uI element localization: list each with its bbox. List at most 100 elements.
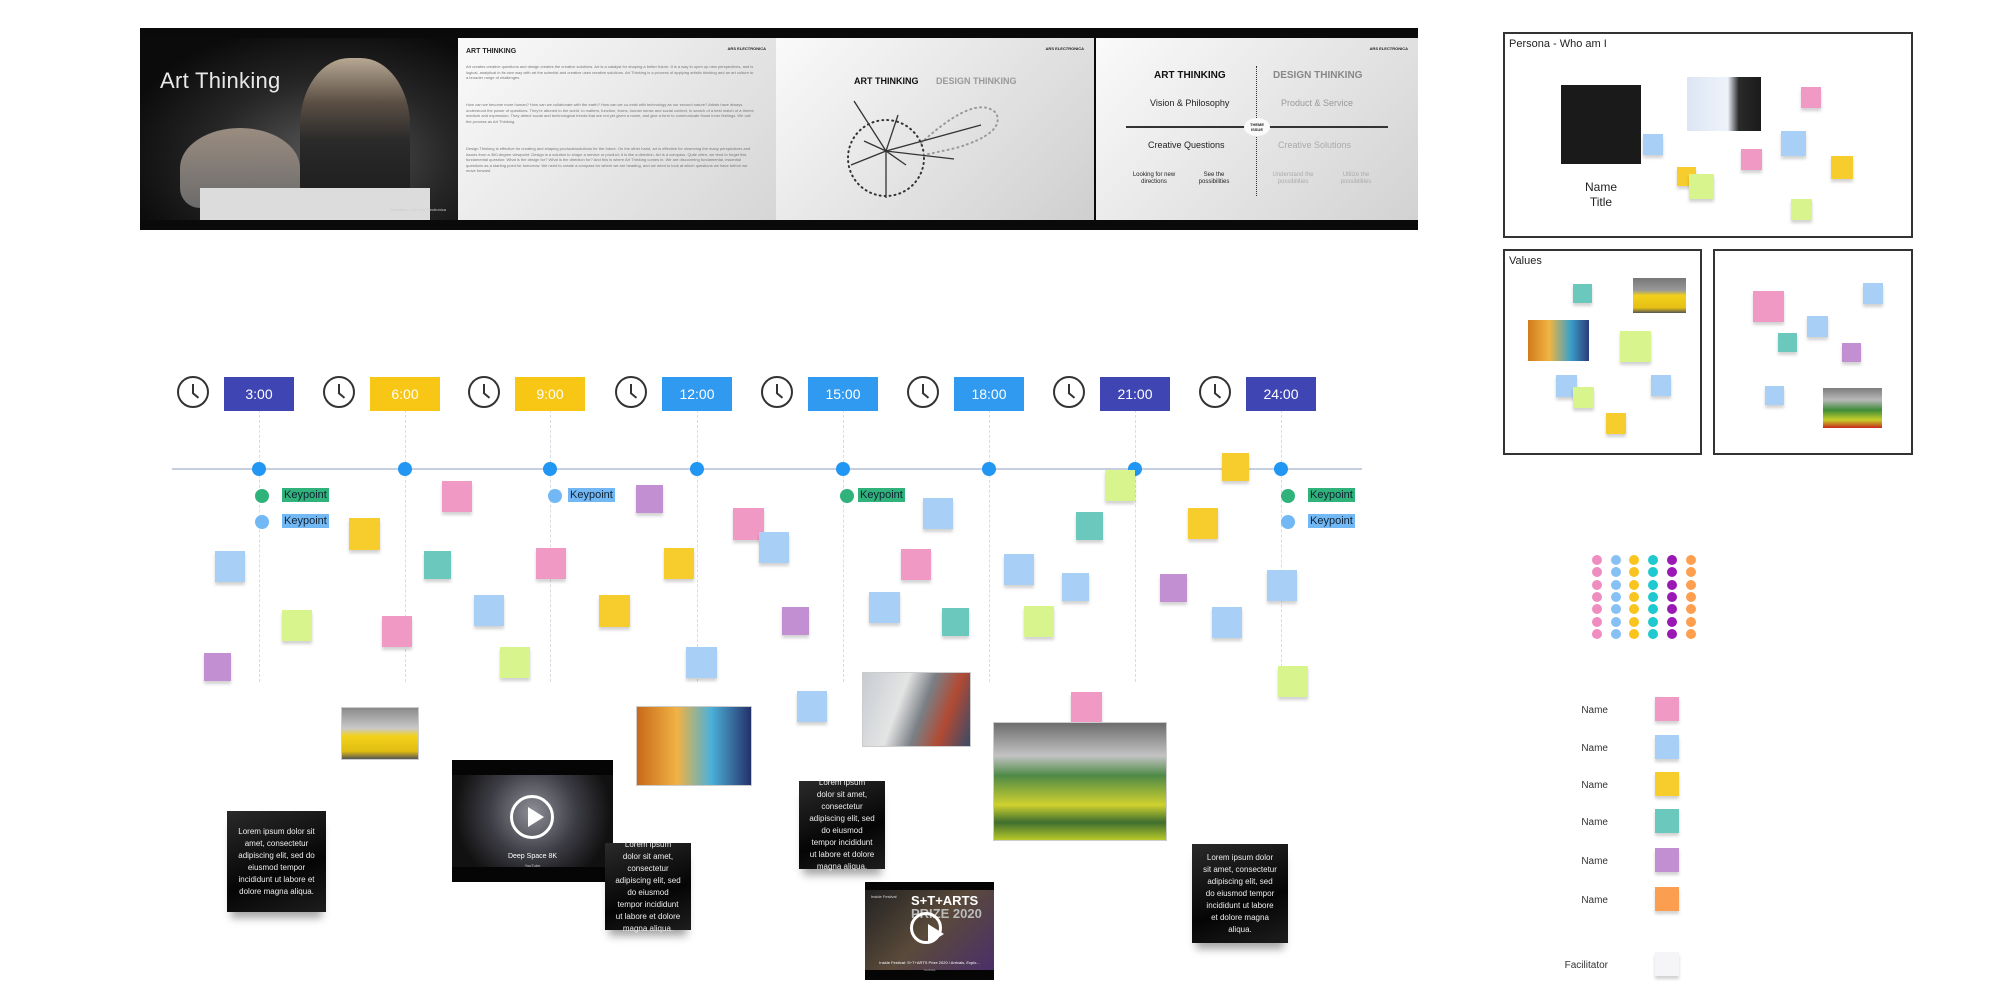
- greenhouse-photo[interactable]: [1823, 388, 1882, 428]
- timeline-node[interactable]: [690, 462, 704, 476]
- keypoint-label[interactable]: Keypoint: [858, 488, 905, 502]
- timeline-node[interactable]: [543, 462, 557, 476]
- legend-color-swatch[interactable]: [1655, 772, 1679, 796]
- keypoint-label[interactable]: Keypoint: [1308, 514, 1355, 528]
- sticky-note[interactable]: [1188, 508, 1218, 539]
- sticky-note[interactable]: [474, 595, 504, 626]
- sticky-note[interactable]: [636, 485, 663, 513]
- timeline-node[interactable]: [1274, 462, 1288, 476]
- lab-photo[interactable]: [862, 672, 971, 747]
- timeline-node[interactable]: [982, 462, 996, 476]
- sticky-note[interactable]: [1643, 134, 1663, 155]
- sticky-note[interactable]: [1024, 606, 1054, 637]
- sticky-note[interactable]: [782, 607, 809, 635]
- slide-art-thinking-text[interactable]: ARS ELECTRONICA ART THINKING Art creates…: [458, 38, 776, 220]
- time-label[interactable]: 21:00: [1100, 377, 1170, 411]
- sticky-note[interactable]: [1651, 375, 1671, 396]
- sticky-note[interactable]: [442, 481, 472, 512]
- sticky-note[interactable]: [1807, 316, 1828, 337]
- slide-art-vs-design-matrix[interactable]: ARS ELECTRONICA ART THINKING DESIGN THIN…: [1096, 38, 1418, 220]
- sticky-note[interactable]: [1778, 333, 1797, 352]
- timeline-node[interactable]: [252, 462, 266, 476]
- time-label[interactable]: 15:00: [808, 377, 878, 411]
- led-wall-photo[interactable]: [636, 706, 752, 786]
- sticky-note[interactable]: [204, 653, 231, 681]
- sticky-note[interactable]: [1071, 692, 1102, 723]
- legend-color-swatch[interactable]: [1655, 887, 1679, 911]
- sticky-note[interactable]: [1620, 331, 1651, 362]
- persona-photo-placeholder[interactable]: [1561, 85, 1641, 164]
- keypoint-label[interactable]: Keypoint: [568, 488, 615, 502]
- play-icon[interactable]: [910, 912, 944, 944]
- sticky-note[interactable]: [1062, 573, 1089, 601]
- legend-color-swatch[interactable]: [1655, 697, 1679, 721]
- time-label[interactable]: 9:00: [515, 377, 585, 411]
- sticky-note[interactable]: [349, 518, 380, 550]
- sticky-note[interactable]: [942, 608, 969, 636]
- speaker-photo[interactable]: [1687, 77, 1761, 131]
- keypoint-label[interactable]: Keypoint: [1308, 488, 1355, 502]
- sticky-note[interactable]: [869, 592, 900, 623]
- sticky-note[interactable]: [797, 691, 827, 722]
- legend-color-swatch[interactable]: [1655, 735, 1679, 759]
- sticky-note[interactable]: [1160, 574, 1187, 602]
- sticky-note[interactable]: [664, 548, 694, 579]
- sticky-note[interactable]: [282, 610, 312, 641]
- sticky-note[interactable]: [686, 647, 717, 678]
- time-label[interactable]: 24:00: [1246, 377, 1316, 411]
- time-label[interactable]: 3:00: [224, 377, 294, 411]
- timeline-node[interactable]: [398, 462, 412, 476]
- text-note[interactable]: Lorem ipsum dolor sit amet, consectetur …: [799, 778, 885, 871]
- text-note[interactable]: Lorem ipsum dolor sit amet, consectetur …: [1192, 844, 1288, 943]
- time-label[interactable]: 6:00: [370, 377, 440, 411]
- sticky-note[interactable]: [759, 532, 789, 563]
- sticky-note[interactable]: [536, 548, 566, 579]
- sticky-note[interactable]: [1689, 174, 1714, 199]
- exhibit-photo[interactable]: [1633, 278, 1686, 313]
- sticky-note[interactable]: [1765, 386, 1784, 405]
- sticky-note[interactable]: [1076, 512, 1103, 540]
- legend-color-swatch[interactable]: [1655, 848, 1679, 872]
- sticky-note[interactable]: [923, 498, 953, 529]
- sticky-note[interactable]: [1842, 343, 1861, 362]
- keypoint-label[interactable]: Keypoint: [282, 514, 329, 528]
- sticky-note[interactable]: [1212, 607, 1242, 638]
- sticky-note[interactable]: [1741, 149, 1762, 170]
- sticky-note[interactable]: [1863, 283, 1883, 304]
- sticky-note[interactable]: [901, 549, 931, 580]
- sticky-note[interactable]: [1801, 87, 1821, 108]
- legend-color-swatch[interactable]: [1655, 809, 1679, 833]
- sticky-note[interactable]: [1606, 413, 1626, 434]
- keypoint-label[interactable]: Keypoint: [282, 488, 329, 502]
- sticky-note[interactable]: [1573, 387, 1594, 408]
- exhibit-photo[interactable]: [341, 707, 419, 760]
- slide-art-vs-design-diagram[interactable]: ARS ELECTRONICA ART THINKING DESIGN THIN…: [776, 38, 1094, 220]
- sticky-note[interactable]: [1753, 291, 1784, 322]
- time-label[interactable]: 18:00: [954, 377, 1024, 411]
- values-board[interactable]: Values: [1503, 249, 1702, 455]
- sticky-note[interactable]: [599, 595, 630, 627]
- sticky-note[interactable]: [1278, 666, 1308, 697]
- sticky-note[interactable]: [1831, 156, 1853, 179]
- sticky-note[interactable]: [215, 551, 245, 582]
- sticky-note[interactable]: [1573, 284, 1592, 303]
- text-note[interactable]: Lorem ipsum dolor sit amet, consectetur …: [227, 811, 326, 912]
- sticky-note[interactable]: [1267, 570, 1297, 601]
- sticky-note[interactable]: [424, 551, 451, 579]
- play-icon[interactable]: [510, 795, 554, 839]
- blank-board[interactable]: [1713, 249, 1913, 455]
- sticky-note[interactable]: [1781, 131, 1806, 156]
- led-wall-photo[interactable]: [1528, 320, 1589, 361]
- persona-board[interactable]: Persona - Who am I Name Title: [1503, 32, 1913, 238]
- sticky-note[interactable]: [1105, 470, 1135, 501]
- video-deep-space[interactable]: Deep Space 8K YouTube: [452, 760, 613, 882]
- sticky-note[interactable]: [500, 647, 530, 678]
- text-note[interactable]: Lorem ipsum dolor sit amet, consectetur …: [605, 840, 691, 933]
- greenhouse-photo[interactable]: [993, 722, 1167, 841]
- facilitator-color-swatch[interactable]: [1655, 952, 1679, 976]
- timeline-node[interactable]: [836, 462, 850, 476]
- video-starts-prize[interactable]: Inside Festival S+T+ARTS PRIZE 2020 Insi…: [865, 882, 994, 980]
- slide-art-thinking-cover[interactable]: Art Thinking Hackathon, Linz Ars Electro…: [140, 38, 458, 220]
- time-label[interactable]: 12:00: [662, 377, 732, 411]
- sticky-note[interactable]: [1004, 554, 1034, 585]
